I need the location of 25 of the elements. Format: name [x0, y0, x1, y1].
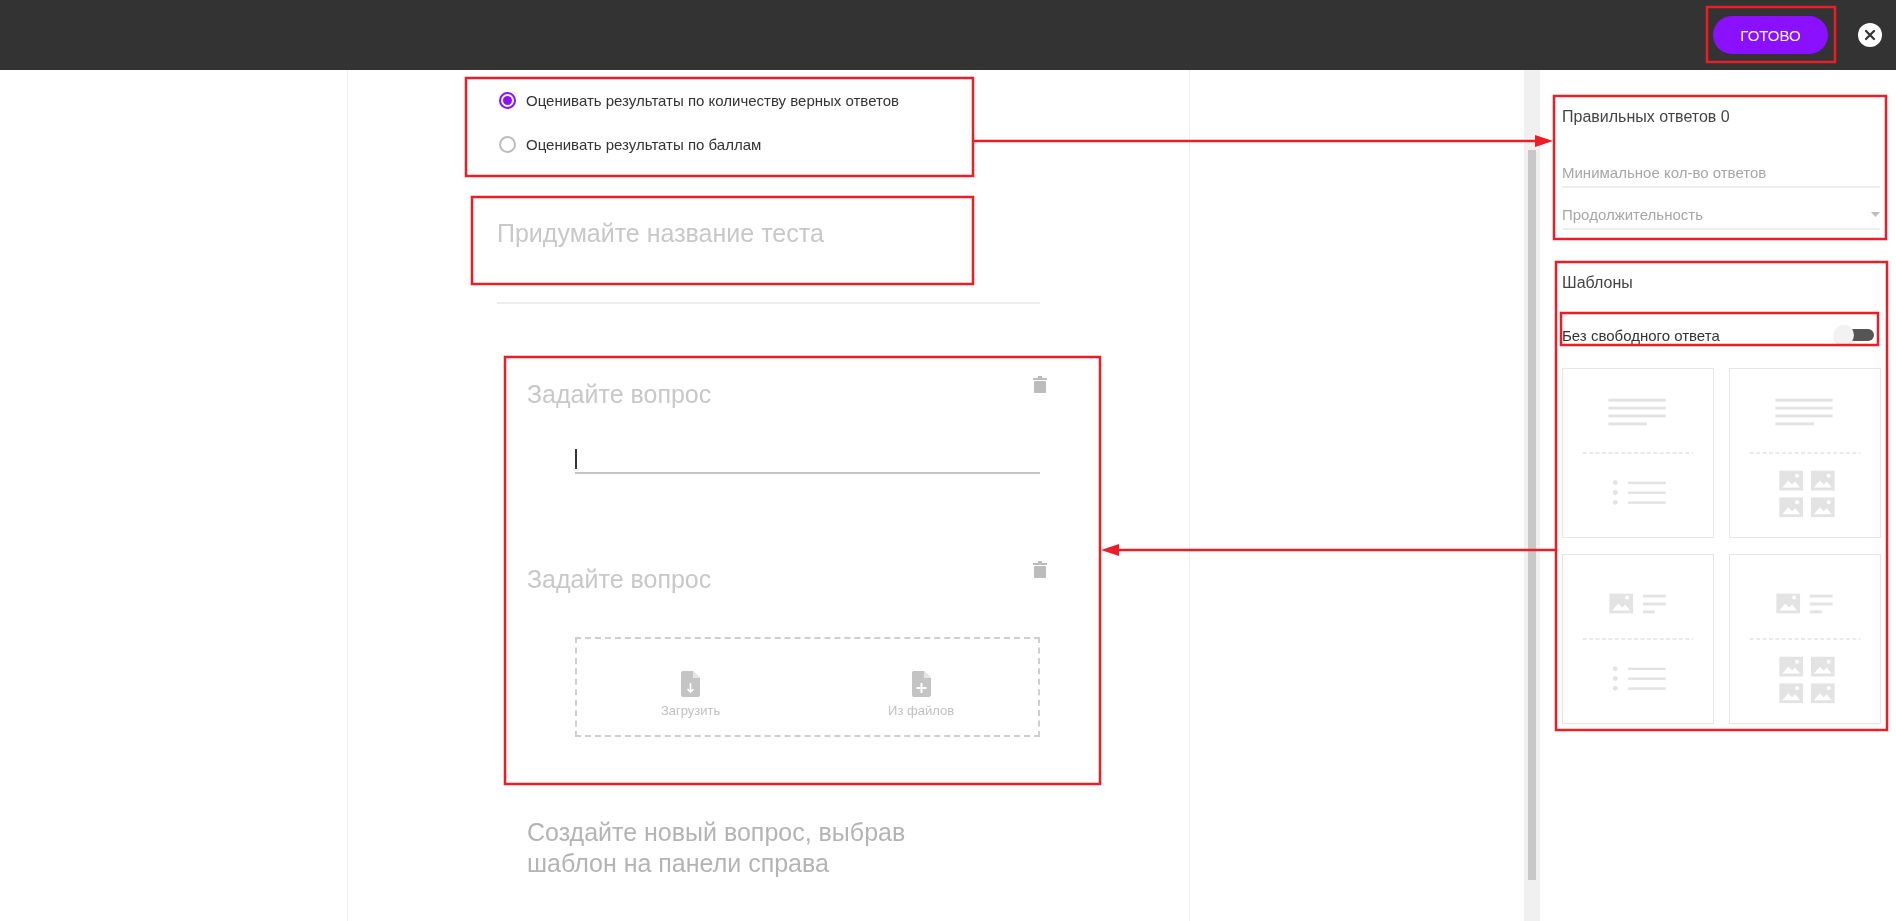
file-add-icon[interactable] — [911, 670, 931, 697]
dropdown-caret-icon — [1871, 211, 1880, 217]
radio-button[interactable] — [499, 91, 516, 109]
toggle-label: Без свободного ответа — [1562, 326, 1720, 344]
toggle-switch[interactable] — [1834, 326, 1874, 344]
trash-icon[interactable] — [1033, 561, 1047, 578]
radio-option[interactable]: Оценивать результаты по баллам — [499, 122, 762, 166]
close-icon — [1864, 29, 1876, 41]
upload-dropzone[interactable]: Загрузить Из файлов — [575, 637, 1040, 737]
hint-text: Создайте новый вопрос, выбрав шаблон на панели справа — [527, 817, 907, 879]
upload-option[interactable]: Из файлов — [888, 702, 955, 718]
radio-option[interactable]: Оценивать результаты по количеству верных ответов — [499, 78, 900, 122]
trash-icon[interactable] — [1033, 376, 1047, 393]
min-answers-field[interactable]: Минимальное кол-во ответов — [1562, 158, 1880, 188]
templates-heading: Шаблоны — [1562, 274, 1634, 292]
file-download-icon[interactable] — [681, 670, 701, 697]
close-button[interactable] — [1858, 23, 1882, 47]
radio-button[interactable] — [499, 135, 516, 153]
duration-select[interactable]: Продолжительность — [1562, 200, 1880, 230]
answer-field[interactable] — [575, 446, 1040, 474]
correct-answers-label: Правильных ответов 0 — [1562, 108, 1731, 127]
scrollbar[interactable] — [1524, 70, 1540, 921]
done-button[interactable]: ГОТОВО — [1713, 16, 1828, 54]
text-cursor — [575, 449, 577, 469]
upload-option[interactable]: Загрузить — [660, 702, 721, 718]
